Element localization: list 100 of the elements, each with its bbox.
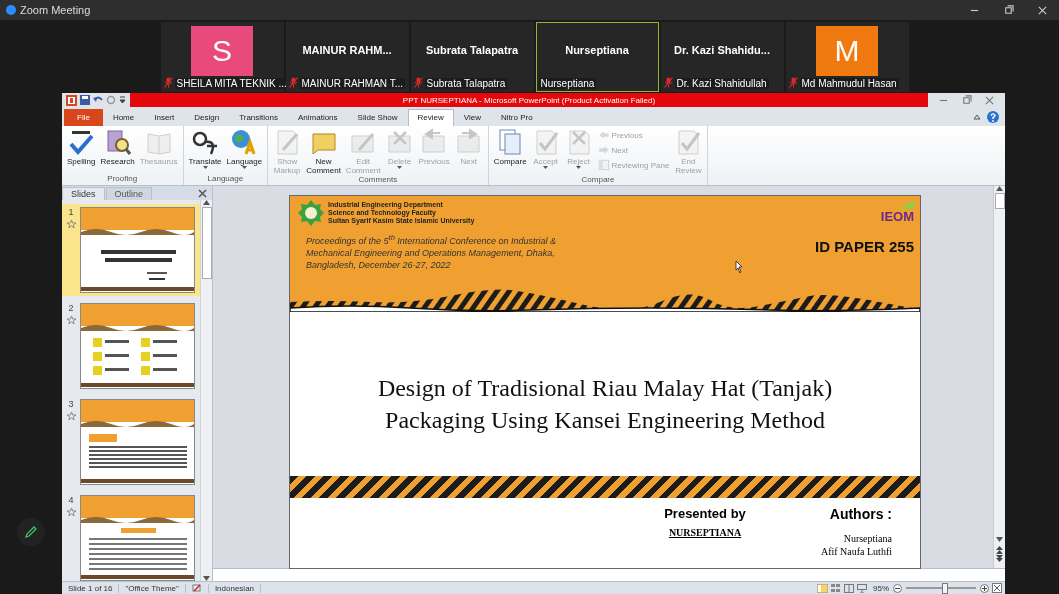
- reading-view-icon[interactable]: [844, 583, 854, 593]
- ribbon-button[interactable]: New Comment: [304, 128, 343, 175]
- presented-by-label: Presented by: [664, 506, 746, 521]
- participant-label: SHEILA MITA TEKNIK ...: [174, 78, 289, 89]
- normal-view-icon[interactable]: [817, 583, 828, 593]
- slide-list-item[interactable]: 1: [62, 204, 200, 296]
- group-label: Language: [206, 174, 245, 185]
- app-logo-icon: [6, 5, 16, 15]
- restore-icon[interactable]: [1002, 4, 1014, 16]
- ribbon-tab[interactable]: Design: [184, 109, 230, 126]
- participant-label: Dr. Kazi Shahidullah: [674, 78, 769, 89]
- zoom-level[interactable]: 95%: [873, 583, 893, 593]
- participant-name: Subrata Talapatra: [425, 43, 519, 56]
- ribbon-tab[interactable]: Animations: [288, 109, 348, 126]
- participant-label: Nurseptiana: [538, 78, 597, 89]
- participant-tile[interactable]: M Md Mahmudul Hasan: [785, 22, 909, 92]
- slider-thumb[interactable]: [941, 582, 948, 594]
- check-mark-icon: [67, 128, 96, 156]
- slide-list-item[interactable]: 2: [62, 300, 200, 392]
- slide-sorter-icon[interactable]: [831, 583, 841, 593]
- group-label: Comments: [357, 175, 399, 185]
- slide-counter: Slide 1 of 16: [62, 583, 120, 593]
- ribbon-tab[interactable]: Home: [102, 109, 145, 126]
- zoom-out-icon[interactable]: [893, 583, 902, 593]
- scrollbar[interactable]: [993, 186, 1005, 568]
- logo-triangle-icon: [900, 200, 914, 209]
- arrow-right-icon: [597, 144, 610, 156]
- ribbon-tab[interactable]: Nitro Pro: [491, 109, 543, 126]
- pencil-icon: [24, 525, 38, 539]
- scroll-down-icon[interactable]: [996, 537, 1003, 542]
- zoom-in-icon[interactable]: [980, 583, 989, 593]
- annotate-button[interactable]: [17, 518, 45, 546]
- scroll-thumb[interactable]: [201, 207, 212, 279]
- ribbon-tab[interactable]: View: [453, 109, 492, 126]
- customize-caret-icon[interactable]: [119, 95, 126, 105]
- slide-list-item[interactable]: 4: [62, 492, 200, 581]
- muted-microphone-icon: [788, 77, 798, 88]
- participant-tile[interactable]: S SHEILA MITA TEKNIK ...: [160, 22, 284, 92]
- save-icon[interactable]: [80, 95, 90, 105]
- participant-name: MAINUR RAHM...: [302, 43, 392, 56]
- muted-microphone-icon: [663, 77, 673, 88]
- collapse-ribbon-icon[interactable]: [973, 114, 981, 120]
- participant-label: MAINUR RAHMAN T...: [299, 78, 405, 89]
- slide-nav-icon[interactable]: [996, 546, 1003, 562]
- ribbon-tab[interactable]: Slide Show: [347, 109, 408, 126]
- note-delete-icon: [385, 128, 414, 156]
- star-icon: [66, 316, 76, 324]
- scrollbar[interactable]: [200, 200, 212, 581]
- participant-tile[interactable]: Nurseptiana Nurseptiana: [535, 22, 659, 92]
- participant-label: Md Mahmudul Hasan: [799, 78, 899, 89]
- ribbon-button[interactable]: Spelling: [65, 128, 98, 174]
- ribbon-button[interactable]: Language: [224, 128, 265, 174]
- ribbon-tab[interactable]: File: [64, 109, 103, 126]
- slide-title: Packaging Using Kansei Engineering Method: [385, 406, 825, 435]
- ribbon-tab[interactable]: Transitions: [229, 109, 288, 126]
- language-indicator[interactable]: Indonesian: [208, 583, 262, 593]
- help-icon[interactable]: [987, 111, 999, 123]
- restore-icon[interactable]: [961, 94, 972, 106]
- ribbon-tab[interactable]: Insert: [144, 109, 185, 126]
- panel-tab[interactable]: Outline: [105, 187, 153, 200]
- slide-number: 3: [68, 399, 74, 409]
- participant-name: Dr. Kazi Shahidu...: [674, 43, 770, 56]
- ribbon-button[interactable]: Compare: [491, 128, 529, 175]
- slide-title: Design of Tradisional Riau Malay Hat (Tanjak): [377, 374, 833, 403]
- avatar: M: [816, 25, 878, 76]
- app-logo-icon: [66, 94, 77, 106]
- ribbon-tab[interactable]: Review: [407, 109, 454, 126]
- slide-list-item[interactable]: 3: [62, 396, 200, 488]
- panel-tab[interactable]: Slides: [62, 187, 105, 200]
- slide-number: 4: [68, 495, 74, 505]
- group-label: Proofing: [106, 174, 139, 185]
- proceedings-text: Proceedings of the 5$^{th}$ International Conference on Industrial & Mechanical Engineering and Operations Management, Dhaka, Bangladesh, December 26-27, 2022: [306, 232, 557, 271]
- slideshow-icon[interactable]: [857, 583, 867, 593]
- slide-number: 2: [68, 303, 74, 313]
- window-title: PPT NURSEPTIANA - Microsoft PowerPoint (Product Activation Failed): [402, 95, 656, 105]
- fit-window-icon[interactable]: [992, 583, 1002, 593]
- participant-tile[interactable]: MAINUR RAHM... MAINUR RAHMAN T...: [285, 22, 409, 92]
- arrow-left-icon: [597, 129, 610, 141]
- author-name: Afif Naufa Luthfi: [820, 545, 892, 558]
- muted-microphone-icon: [413, 77, 423, 88]
- muted-microphone-icon: [288, 77, 298, 88]
- theme-name: "Office Theme": [119, 583, 186, 593]
- window-title: Zoom Meeting: [20, 4, 91, 16]
- conference-logo: IEOM: [880, 209, 914, 224]
- participant-tile[interactable]: Subrata Talapatra Subrata Talapatra: [410, 22, 534, 92]
- spell-check-icon[interactable]: [191, 583, 202, 593]
- avatar: S: [191, 25, 253, 76]
- ribbon-button[interactable]: Research: [98, 128, 137, 174]
- note-arrow-right-icon: [454, 128, 483, 156]
- participant-label: Subrata Talapatra: [424, 78, 508, 89]
- participant-tile[interactable]: Dr. Kazi Shahidu... Dr. Kazi Shahidullah: [660, 22, 784, 92]
- paper-id: ID PAPER 255: [815, 238, 914, 257]
- star-icon: [66, 412, 76, 420]
- participant-name: Nurseptiana: [565, 43, 629, 56]
- authors-label: Authors :: [829, 506, 892, 522]
- slide-number: 1: [68, 207, 74, 217]
- muted-microphone-icon: [163, 77, 173, 88]
- ribbon-button[interactable]: Translate: [186, 128, 224, 174]
- scroll-thumb[interactable]: [994, 193, 1005, 209]
- close-icon[interactable]: [198, 189, 207, 198]
